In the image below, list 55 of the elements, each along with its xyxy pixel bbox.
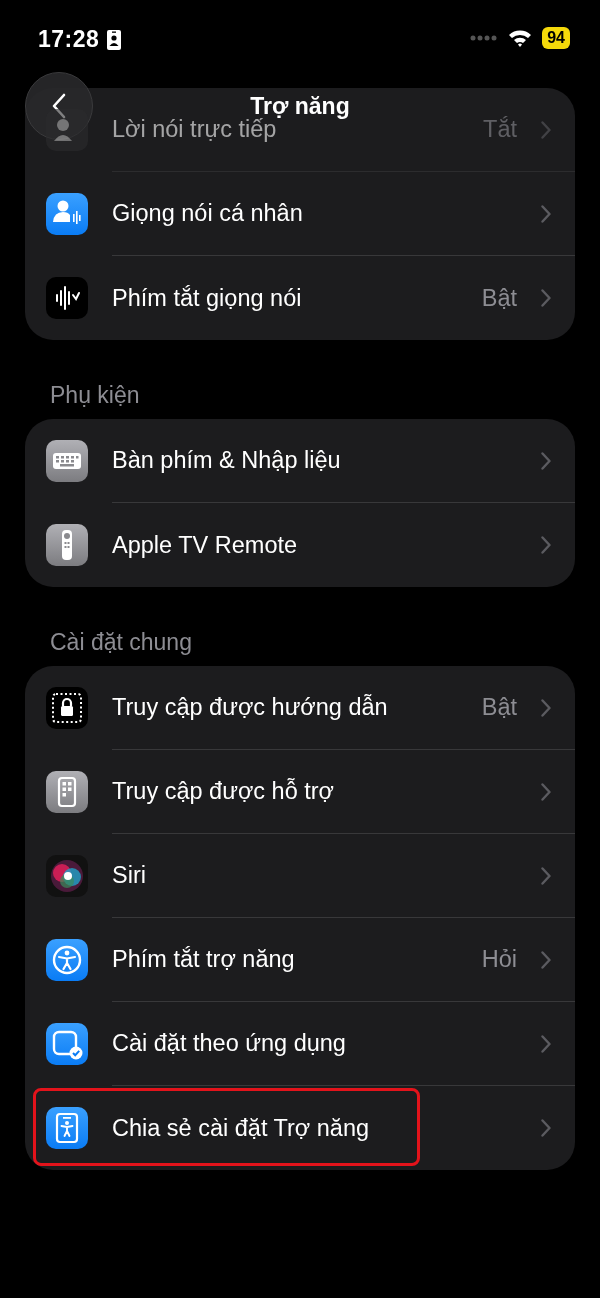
chevron-icon xyxy=(541,1119,551,1137)
settings-row[interactable]: Chia sẻ cài đặt Trợ năng xyxy=(25,1086,575,1170)
settings-row[interactable]: Truy cập được hướng dẫn Bật xyxy=(25,666,575,750)
row-label: Bàn phím & Nhập liệu xyxy=(112,447,342,474)
person-voice-icon xyxy=(46,193,88,235)
row-label: Giọng nói cá nhân xyxy=(112,200,304,227)
accessibility-card-icon xyxy=(46,1107,88,1149)
settings-row[interactable]: Apple TV Remote xyxy=(25,503,575,587)
accessibility-icon xyxy=(46,939,88,981)
row-label: Lời nói trực tiếp xyxy=(112,116,277,143)
chevron-icon xyxy=(541,536,551,554)
chevron-icon xyxy=(541,120,551,139)
row-label: Cài đặt theo ứng dụng xyxy=(112,1030,347,1057)
chevron-icon xyxy=(541,1034,551,1053)
row-label: Truy cập được hỗ trợ xyxy=(112,778,335,805)
chevron-icon xyxy=(541,698,551,717)
row-value: Bật xyxy=(481,694,517,721)
row-label: Truy cập được hướng dẫn xyxy=(112,694,389,721)
remote-icon xyxy=(46,524,88,566)
settings-row[interactable]: Phím tắt trợ năng Hỏi xyxy=(25,918,575,1002)
waveform-icon xyxy=(46,277,88,319)
chevron-icon xyxy=(541,950,551,969)
status-time: 17:28 xyxy=(38,26,100,53)
section-header: Cài đặt chung xyxy=(49,629,193,657)
section-header: Phụ kiện xyxy=(49,382,141,410)
id-card-icon xyxy=(107,29,122,50)
settings-row[interactable]: Truy cập được hỗ trợ xyxy=(25,750,575,834)
row-value: Hỏi xyxy=(481,946,517,973)
row-value: Tắt xyxy=(483,116,517,143)
screen-title: Trợ năng xyxy=(250,92,350,119)
settings-row[interactable]: Cài đặt theo ứng dụng xyxy=(25,1002,575,1086)
signal-icon xyxy=(470,35,499,41)
settings-row[interactable]: Siri xyxy=(25,834,575,918)
battery-level: 94 xyxy=(542,27,570,49)
chevron-icon xyxy=(541,866,551,885)
row-label: Apple TV Remote xyxy=(112,531,299,559)
row-label: Phím tắt trợ năng xyxy=(112,946,296,973)
chevron-icon xyxy=(541,289,551,307)
chevron-icon xyxy=(541,451,551,470)
settings-row[interactable]: Giọng nói cá nhân xyxy=(25,172,575,256)
settings-row[interactable]: Bàn phím & Nhập liệu xyxy=(25,419,575,503)
chevron-icon xyxy=(541,782,551,801)
padlock-icon xyxy=(46,687,88,729)
keyboard-icon xyxy=(46,440,88,482)
settings-row[interactable]: Phím tắt giọng nói Bật xyxy=(25,256,575,340)
row-label: Phím tắt giọng nói xyxy=(112,284,303,312)
row-label: Chia sẻ cài đặt Trợ năng xyxy=(112,1114,371,1142)
wifi-icon xyxy=(508,29,533,47)
back-chevron-icon xyxy=(52,93,66,119)
phone-grid-icon xyxy=(46,771,88,813)
app-check-icon xyxy=(46,1023,88,1065)
row-value: Bật xyxy=(481,284,517,312)
chevron-icon xyxy=(541,204,551,223)
row-label: Siri xyxy=(112,862,147,889)
orb-icon xyxy=(46,855,88,897)
